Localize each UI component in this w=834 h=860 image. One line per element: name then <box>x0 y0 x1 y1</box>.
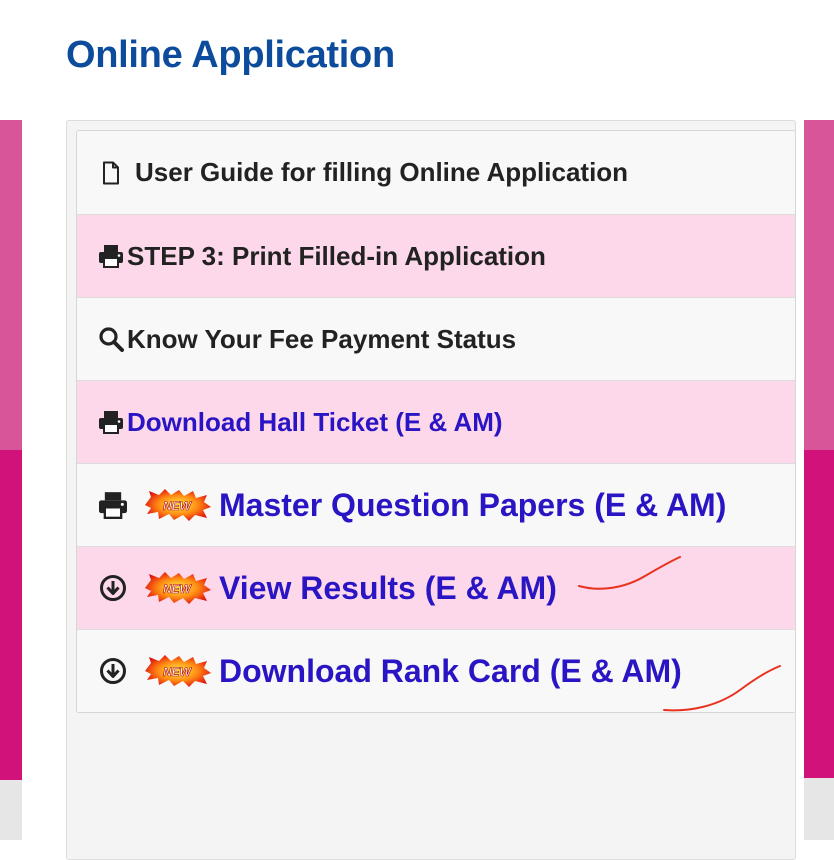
application-links-list: User Guide for filling Online Applicatio… <box>76 130 796 713</box>
right-side-bar-middle <box>804 450 834 778</box>
list-item-rank-card[interactable]: NEW Download Rank Card (E & AM) <box>77 629 795 712</box>
right-side-bar-top <box>804 120 834 450</box>
page-title: Online Application <box>66 34 395 76</box>
new-badge-icon: NEW <box>141 571 213 605</box>
list-item-label: Download Hall Ticket (E & AM) <box>127 406 503 437</box>
list-item-label: STEP 3: Print Filled-in Application <box>127 240 546 271</box>
list-item-user-guide[interactable]: User Guide for filling Online Applicatio… <box>77 131 795 214</box>
list-item-label: User Guide for filling Online Applicatio… <box>135 157 629 187</box>
right-side-bar-bottom <box>804 778 834 840</box>
list-item-label: Master Question Papers (E & AM) <box>219 486 727 523</box>
svg-text:NEW: NEW <box>163 582 193 596</box>
download-circle-icon <box>97 574 129 602</box>
new-badge-icon: NEW <box>141 488 213 522</box>
svg-text:NEW: NEW <box>163 499 193 513</box>
file-icon <box>97 159 125 187</box>
print-icon <box>97 408 125 436</box>
list-item-view-results[interactable]: NEW View Results (E & AM) <box>77 546 795 629</box>
list-item-fee-status[interactable]: Know Your Fee Payment Status <box>77 297 795 380</box>
search-icon <box>97 325 125 353</box>
left-side-bar-middle <box>0 450 22 780</box>
left-side-bar-top <box>0 120 22 450</box>
list-item-label: View Results (E & AM) <box>219 569 557 606</box>
list-item-master-question-papers[interactable]: NEW Master Question Papers (E & AM) <box>77 463 795 546</box>
download-circle-icon <box>97 657 129 685</box>
list-item-label: Know Your Fee Payment Status <box>127 323 517 354</box>
new-badge-icon: NEW <box>141 654 213 688</box>
print-icon <box>97 242 125 270</box>
print-icon <box>97 491 129 519</box>
left-side-bar-bottom <box>0 780 22 840</box>
list-item-label: Download Rank Card (E & AM) <box>219 652 682 689</box>
list-item-print-application[interactable]: STEP 3: Print Filled-in Application <box>77 214 795 297</box>
svg-text:NEW: NEW <box>163 665 193 679</box>
list-item-hall-ticket[interactable]: Download Hall Ticket (E & AM) <box>77 380 795 463</box>
